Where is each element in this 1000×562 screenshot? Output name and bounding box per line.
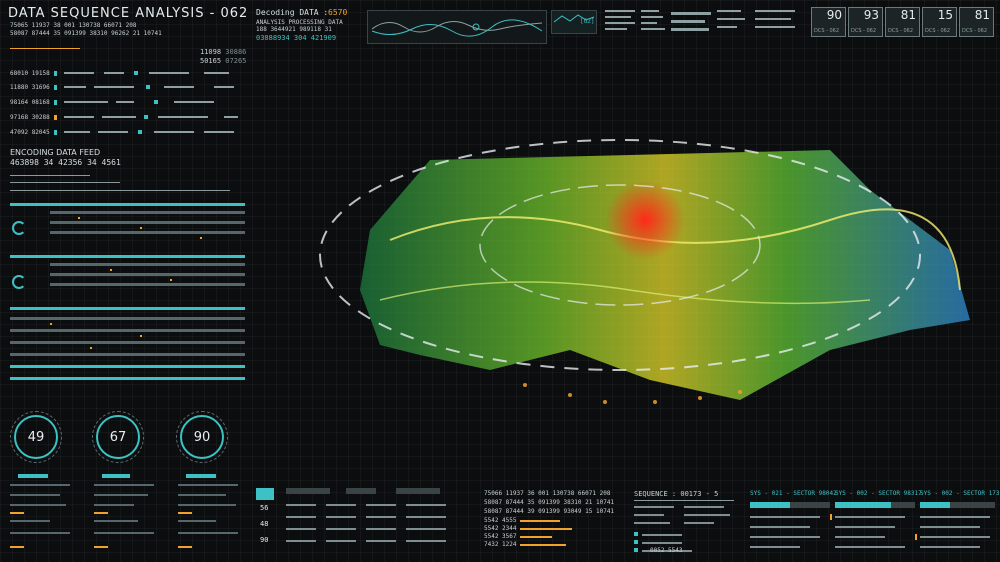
row-2-a: 11880 <box>10 84 29 91</box>
waveform-graph <box>371 19 543 37</box>
mid-row-1: 5542 4555 <box>484 517 517 524</box>
sys-label-1: SYS - 021 - SECTOR 98042 <box>750 490 837 497</box>
terrain-hologram <box>319 139 970 404</box>
group-3-rows <box>10 317 245 380</box>
row-bars <box>54 71 238 135</box>
waveform-panel <box>367 10 547 44</box>
decoding-value: 6570 <box>328 8 348 17</box>
gauge-3-value: 90 <box>193 429 211 445</box>
gauge-1-value: 49 <box>27 429 45 445</box>
feed-title: ENCODING DATA FEED <box>10 148 101 157</box>
status-box-label: DCS - 062 <box>814 28 840 34</box>
row-5-a: 47092 <box>10 129 29 136</box>
status-box-label: DCS - 062 <box>962 28 988 34</box>
console-value-2: 48 <box>260 520 269 528</box>
header-numbers-1: 75065 11937 38 001 130738 66071 208 <box>10 22 137 29</box>
bracket-code: [G2] <box>580 18 595 25</box>
page-title: DATA SEQUENCE ANALYSIS - 062 <box>8 6 249 21</box>
progress-4 <box>520 544 566 546</box>
group-bar <box>10 255 245 258</box>
sequence-label: SEQUENCE : 00173 - 5 <box>634 490 719 498</box>
row-4-b: 30288 <box>31 114 50 121</box>
status-box-label: DCS - 062 <box>851 28 877 34</box>
console-value-1: 56 <box>260 504 269 512</box>
status-box-3: 81 DCS - 062 <box>885 7 920 37</box>
mid-row-4: 7432 1224 <box>484 541 517 548</box>
console-value-3: 90 <box>260 536 269 544</box>
row-3: 98164 08168 <box>10 99 50 107</box>
pair-2: 50165 07265 <box>200 57 246 65</box>
header-matrix <box>605 8 800 40</box>
pair-1: 11098 30886 <box>200 48 246 56</box>
group-2-rows <box>50 263 245 286</box>
row-2-b: 31696 <box>31 84 50 91</box>
header-numbers-2: 58087 87444 35 091399 38310 96262 21 107… <box>10 30 162 37</box>
terrain-peak <box>605 180 685 260</box>
group-1-rows <box>50 211 245 239</box>
matrix-dots <box>605 10 795 31</box>
sys-label-2: SYS - 002 - SECTOR 98317 <box>835 490 922 497</box>
bottom-left-bars <box>10 474 238 548</box>
row-4: 97168 30288 <box>10 114 50 122</box>
divider <box>10 182 120 183</box>
row-5: 47092 82045 <box>10 129 50 137</box>
console-grid <box>286 488 446 542</box>
divider <box>10 175 90 176</box>
console-tile <box>256 488 274 500</box>
status-box-4: 15 DCS - 062 <box>922 7 957 37</box>
status-box-1: 90 DCS - 062 <box>811 7 846 37</box>
mid-numbers-3: 58087 87444 39 091399 93049 15 10741 <box>484 508 615 515</box>
group-bar <box>10 307 245 310</box>
mini-gauge <box>12 275 26 289</box>
row-2: 11880 31696 <box>10 84 50 92</box>
status-box-label: DCS - 062 <box>925 28 951 34</box>
pair-2-a: 50165 <box>200 57 222 65</box>
progress-2 <box>520 528 572 530</box>
mid-numbers-1: 75066 11937 36 001 130738 66071 208 <box>484 490 611 497</box>
progress-1 <box>520 520 560 522</box>
mini-gauge <box>12 221 26 235</box>
row-5-b: 82045 <box>31 129 50 136</box>
gauge-2: 67 <box>92 411 144 463</box>
row-1-b: 19158 <box>31 70 50 77</box>
pair-2-b: 07265 <box>225 57 247 65</box>
data-rows: 68010 19158 11880 31696 98164 08168 9716… <box>10 70 245 140</box>
bar-groups <box>10 203 245 393</box>
status-box-5: 81 DCS - 062 <box>959 7 994 37</box>
divider <box>634 500 734 501</box>
gauge-3: 90 <box>176 411 228 463</box>
sequence-bars <box>634 506 730 552</box>
status-box-value: 15 <box>937 8 953 22</box>
progress-3 <box>520 536 552 538</box>
row-1: 68010 19158 <box>10 70 50 78</box>
mid-numbers-2: 58087 87444 35 091399 38310 21 10741 <box>484 499 615 506</box>
decoding-label: Decoding DATA : <box>256 8 329 17</box>
feed-numbers: 463898 34 42356 34 4561 <box>10 158 121 167</box>
pair-1-a: 11098 <box>200 48 222 56</box>
header-underline <box>10 48 80 49</box>
row-3-a: 98164 <box>10 99 29 106</box>
bottom-console: 56 48 90 <box>256 488 476 558</box>
status-box-2: 93 DCS - 062 <box>848 7 883 37</box>
mid-row-3: 5542 3567 <box>484 533 517 540</box>
status-box-value: 81 <box>974 8 990 22</box>
data-stream: 03888934 304 421909 <box>256 34 337 42</box>
row-4-a: 97168 <box>10 114 29 121</box>
gauge-1: 49 <box>10 411 62 463</box>
sequence-row: 0052 5543 <box>650 547 683 554</box>
mid-row-2: 5542 2344 <box>484 525 517 532</box>
status-box-value: 81 <box>900 8 916 22</box>
status-box-value: 93 <box>863 8 879 22</box>
row-1-a: 68010 <box>10 70 29 77</box>
divider <box>10 190 230 191</box>
group-bar <box>10 203 245 206</box>
gauge-2-value: 67 <box>109 429 127 445</box>
status-box-label: DCS - 062 <box>888 28 914 34</box>
analysis-numbers: 188 3644921 989118 31 <box>256 26 332 33</box>
sys-bars <box>750 502 995 548</box>
sys-label-3: SYS - 002 - SECTOR 17339 <box>920 490 1000 497</box>
row-3-b: 08168 <box>31 99 50 106</box>
pair-1-b: 30886 <box>225 48 247 56</box>
status-box-value: 90 <box>826 8 842 22</box>
